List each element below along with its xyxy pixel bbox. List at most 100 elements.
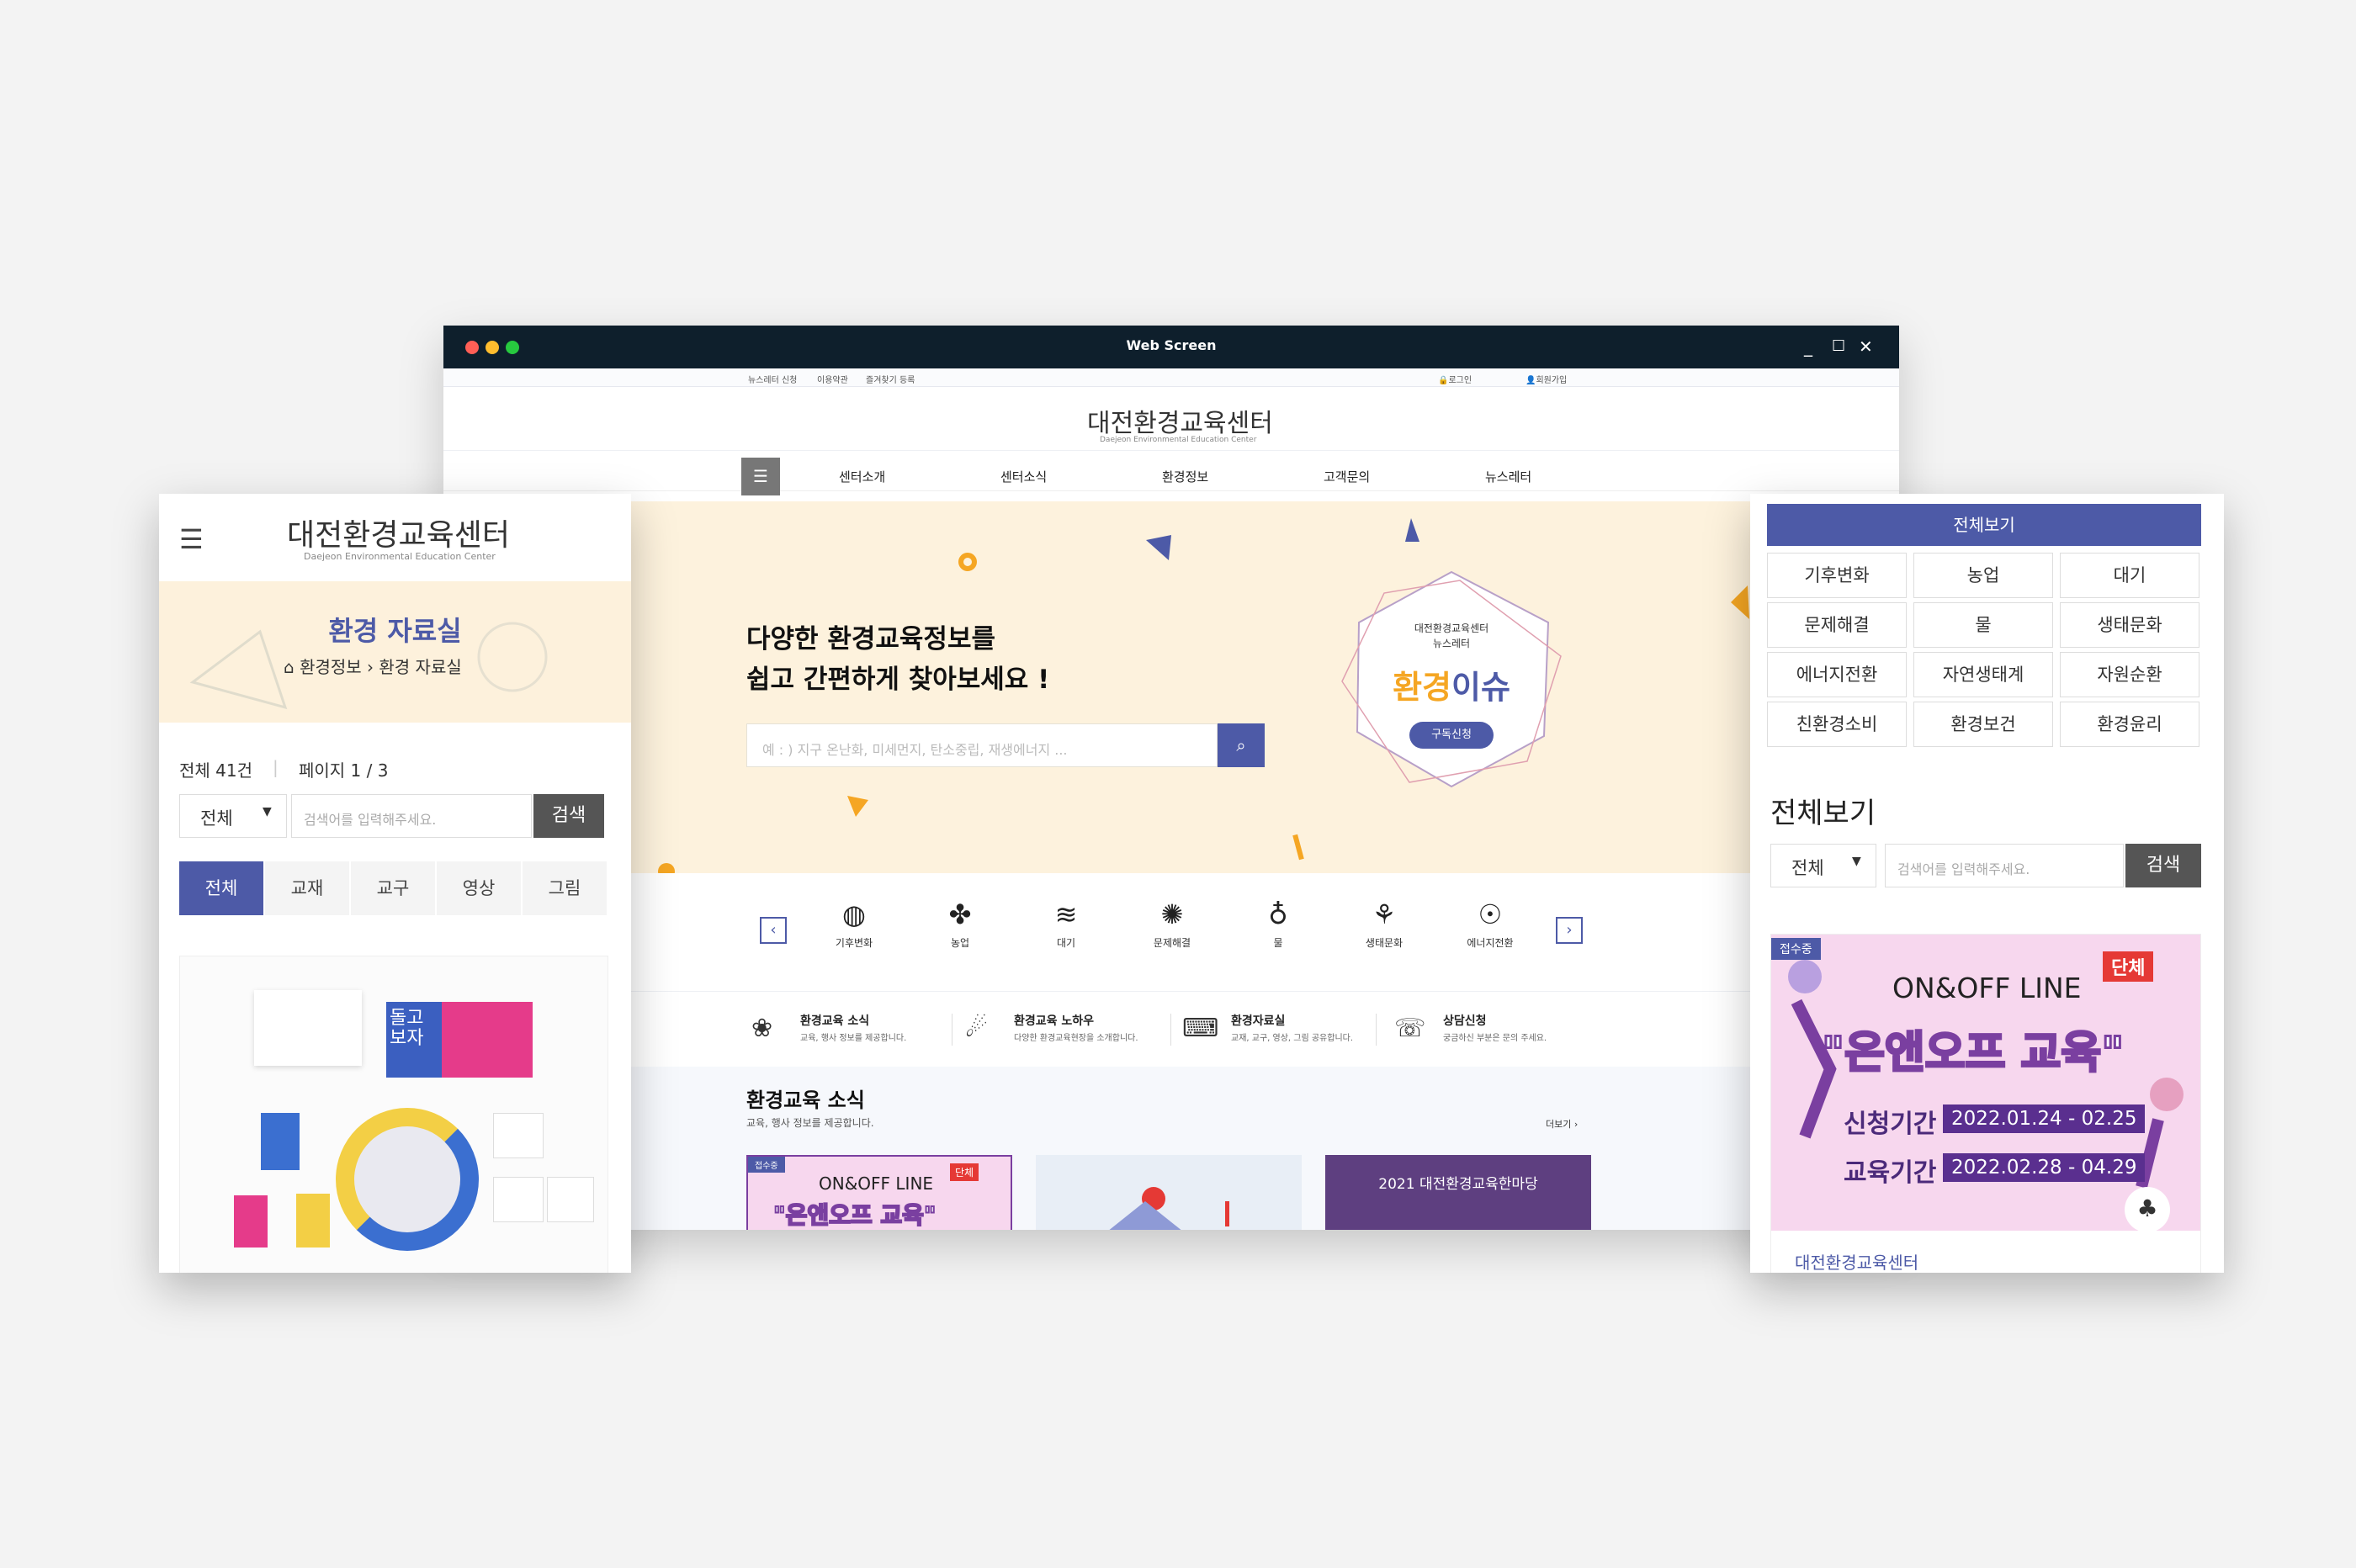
group-badge: 단체	[2103, 951, 2154, 982]
card-piece	[547, 1177, 594, 1222]
status-badge: 접수중	[1771, 938, 1821, 960]
category-tag[interactable]: 자연생태계	[1913, 652, 2053, 697]
poster-title: "온앤오프 교육"	[1820, 1027, 2125, 1080]
banner-decoration	[189, 622, 548, 710]
category-energy[interactable]: ☉ 에너지전환	[1457, 898, 1524, 950]
tab-tool[interactable]: 교구	[351, 861, 436, 915]
board-icon: ⌨	[1182, 1014, 1219, 1043]
category-tag[interactable]: 농업	[1913, 553, 2053, 598]
maximize-icon[interactable]: ☐	[1832, 337, 1845, 356]
tree-icon: ♣	[2125, 1187, 2170, 1232]
more-link[interactable]: 더보기 ›	[1546, 1117, 1578, 1131]
view-all-header[interactable]: 전체보기	[1767, 504, 2201, 546]
game-wheel	[336, 1108, 479, 1251]
category-tag[interactable]: 친환경소비	[1767, 702, 1907, 747]
tab-all[interactable]: 전체	[179, 861, 264, 915]
tab-video[interactable]: 영상	[437, 861, 522, 915]
badge-title: 환경이슈	[1393, 669, 1510, 706]
category-select[interactable]: 전체 ▼	[1770, 844, 1876, 887]
tab-picture[interactable]: 그림	[523, 861, 608, 915]
category-tag[interactable]: 환경보건	[1913, 702, 2053, 747]
category-tag[interactable]: 기후변화	[1767, 553, 1907, 598]
mobile-logo-subtitle: Daejeon Environmental Education Center	[304, 551, 496, 562]
page-title: 환경 자료실	[328, 615, 462, 647]
nav-newsletter[interactable]: 뉴스레터	[1485, 468, 1531, 485]
join-link[interactable]: 👤회원가입	[1526, 373, 1567, 385]
hero-heading: 다양한 환경교육정보를 쉽고 간편하게 찾아보세요 !	[746, 624, 1050, 695]
category-tag[interactable]: 환경윤리	[2060, 702, 2199, 747]
login-link[interactable]: 🔒로그인	[1438, 373, 1472, 385]
terms-link[interactable]: 이용약관	[817, 373, 848, 385]
badge-line1: 대전환경교육센터	[1414, 622, 1489, 634]
category-carousel: ‹ ◍ 기후변화 ✤ 농업 ≋ 대기 ✺ 문제해결 ♁ 물 ⚘ 생태문화 ☉ 에너지전환 ›	[443, 873, 1899, 991]
news-subtitle: 교육, 행사 정보를 제공합니다.	[746, 1117, 874, 1129]
category-tag[interactable]: 물	[1913, 602, 2053, 648]
nav-env-info[interactable]: 환경정보	[1162, 468, 1208, 485]
home-icon: ⌂	[284, 657, 300, 677]
category-tag[interactable]: 대기	[2060, 553, 2199, 598]
nav-center-intro[interactable]: 센터소개	[839, 468, 885, 485]
window-titlebar: Web Screen _ ☐ ✕	[443, 326, 1899, 368]
category-select[interactable]: 전체 ▼	[179, 794, 287, 838]
minimize-icon[interactable]: _	[1804, 337, 1812, 356]
close-icon[interactable]: ✕	[1859, 337, 1873, 356]
search-button[interactable]: 검색	[2125, 844, 2201, 887]
globe-icon: ◍	[842, 898, 866, 930]
newsletter-link[interactable]: 뉴스레터 신청	[748, 373, 797, 385]
caret-down-icon: ▼	[263, 805, 272, 818]
breadcrumb: ⌂ 환경정보 › 환경 자료실	[284, 657, 462, 677]
menu-icon[interactable]: ☰	[741, 458, 780, 495]
category-tag[interactable]: 에너지전환	[1767, 652, 1907, 697]
search-icon[interactable]: ⌕	[1218, 723, 1265, 767]
poster-card[interactable]: 접수중 ON&OFF LINE 단체 "온앤오프 교육" 신청기간 2022.0…	[1770, 934, 2201, 1273]
people-icon: ⚘	[1372, 898, 1397, 930]
divider	[1170, 1014, 1171, 1046]
category-tag[interactable]: 생태문화	[2060, 602, 2199, 648]
edu-date: 2022.02.28 - 04.29	[1943, 1153, 2146, 1182]
card-box	[254, 990, 362, 1066]
thermometer-illustration	[1109, 1187, 1229, 1230]
hero-search-input[interactable]: 예 : ) 지구 온난화, 미세먼지, 탄소중립, 재생에너지 ...	[746, 723, 1218, 767]
main-nav: ☰ 센터소개 센터소식 환경정보 고객문의 뉴스레터	[443, 451, 1899, 495]
category-tag[interactable]: 자원순환	[2060, 652, 2199, 697]
category-agriculture[interactable]: ✤ 농업	[926, 898, 994, 950]
lock-icon: 🔒	[1438, 376, 1449, 385]
category-climate[interactable]: ◍ 기후변화	[820, 898, 888, 950]
plant-icon: ❀	[751, 1014, 773, 1043]
news-card-3[interactable]: 2021 대전환경교육한마당	[1325, 1155, 1591, 1230]
card-title: "온앤오프 교육"	[772, 1200, 937, 1230]
chevron-right-icon[interactable]: ›	[1556, 917, 1583, 944]
edu-label: 교육기간	[1844, 1158, 1937, 1188]
search-button[interactable]: 검색	[533, 794, 604, 838]
category-eco[interactable]: ⚘ 생태문화	[1350, 898, 1418, 950]
news-card-1[interactable]: 접수중 ON&OFF LINE 단체 "온앤오프 교육"	[746, 1155, 1012, 1230]
bookmark-link[interactable]: 즐겨찾기 등록	[866, 373, 915, 385]
search-input[interactable]: 검색어를 입력해주세요.	[1885, 844, 2124, 887]
mobile-logo[interactable]: 대전환경교육센터	[287, 511, 510, 554]
category-air[interactable]: ≋ 대기	[1032, 898, 1100, 950]
category-water[interactable]: ♁ 물	[1244, 898, 1312, 950]
caret-down-icon: ▼	[1852, 855, 1861, 868]
nav-customer[interactable]: 고객문의	[1324, 468, 1370, 485]
category-tag[interactable]: 문제해결	[1767, 602, 1907, 648]
status-badge: 접수중	[748, 1157, 785, 1173]
window-title: Web Screen	[1126, 337, 1217, 353]
user-icon: 👤	[1526, 376, 1536, 385]
library-card[interactable]: 돌고 보자	[179, 956, 608, 1273]
category-problem[interactable]: ✺ 문제해결	[1138, 898, 1206, 950]
energy-bulb-icon: ☉	[1478, 898, 1503, 930]
site-logo[interactable]: 대전환경교육센터	[1087, 402, 1273, 439]
news-section: 환경교육 소식 교육, 행사 정보를 제공합니다. 더보기 › 접수중 ON&O…	[443, 1067, 1899, 1230]
hamburger-icon[interactable]: ☰	[179, 526, 204, 553]
search-input[interactable]: 검색어를 입력해주세요.	[291, 794, 532, 838]
subscribe-button[interactable]: 구독신청	[1409, 722, 1494, 749]
earth-hands-icon: ☄	[965, 1014, 988, 1043]
tab-textbook[interactable]: 교재	[265, 861, 350, 915]
apply-label: 신청기간	[1844, 1110, 1937, 1139]
poster-image: 접수중 ON&OFF LINE 단체 "온앤오프 교육" 신청기간 2022.0…	[1771, 935, 2200, 1232]
card-piece	[234, 1195, 268, 1248]
news-card-2[interactable]	[1036, 1155, 1302, 1230]
section-title: 전체보기	[1770, 797, 1876, 830]
nav-center-news[interactable]: 센터소식	[1000, 468, 1047, 485]
chevron-left-icon[interactable]: ‹	[760, 917, 787, 944]
